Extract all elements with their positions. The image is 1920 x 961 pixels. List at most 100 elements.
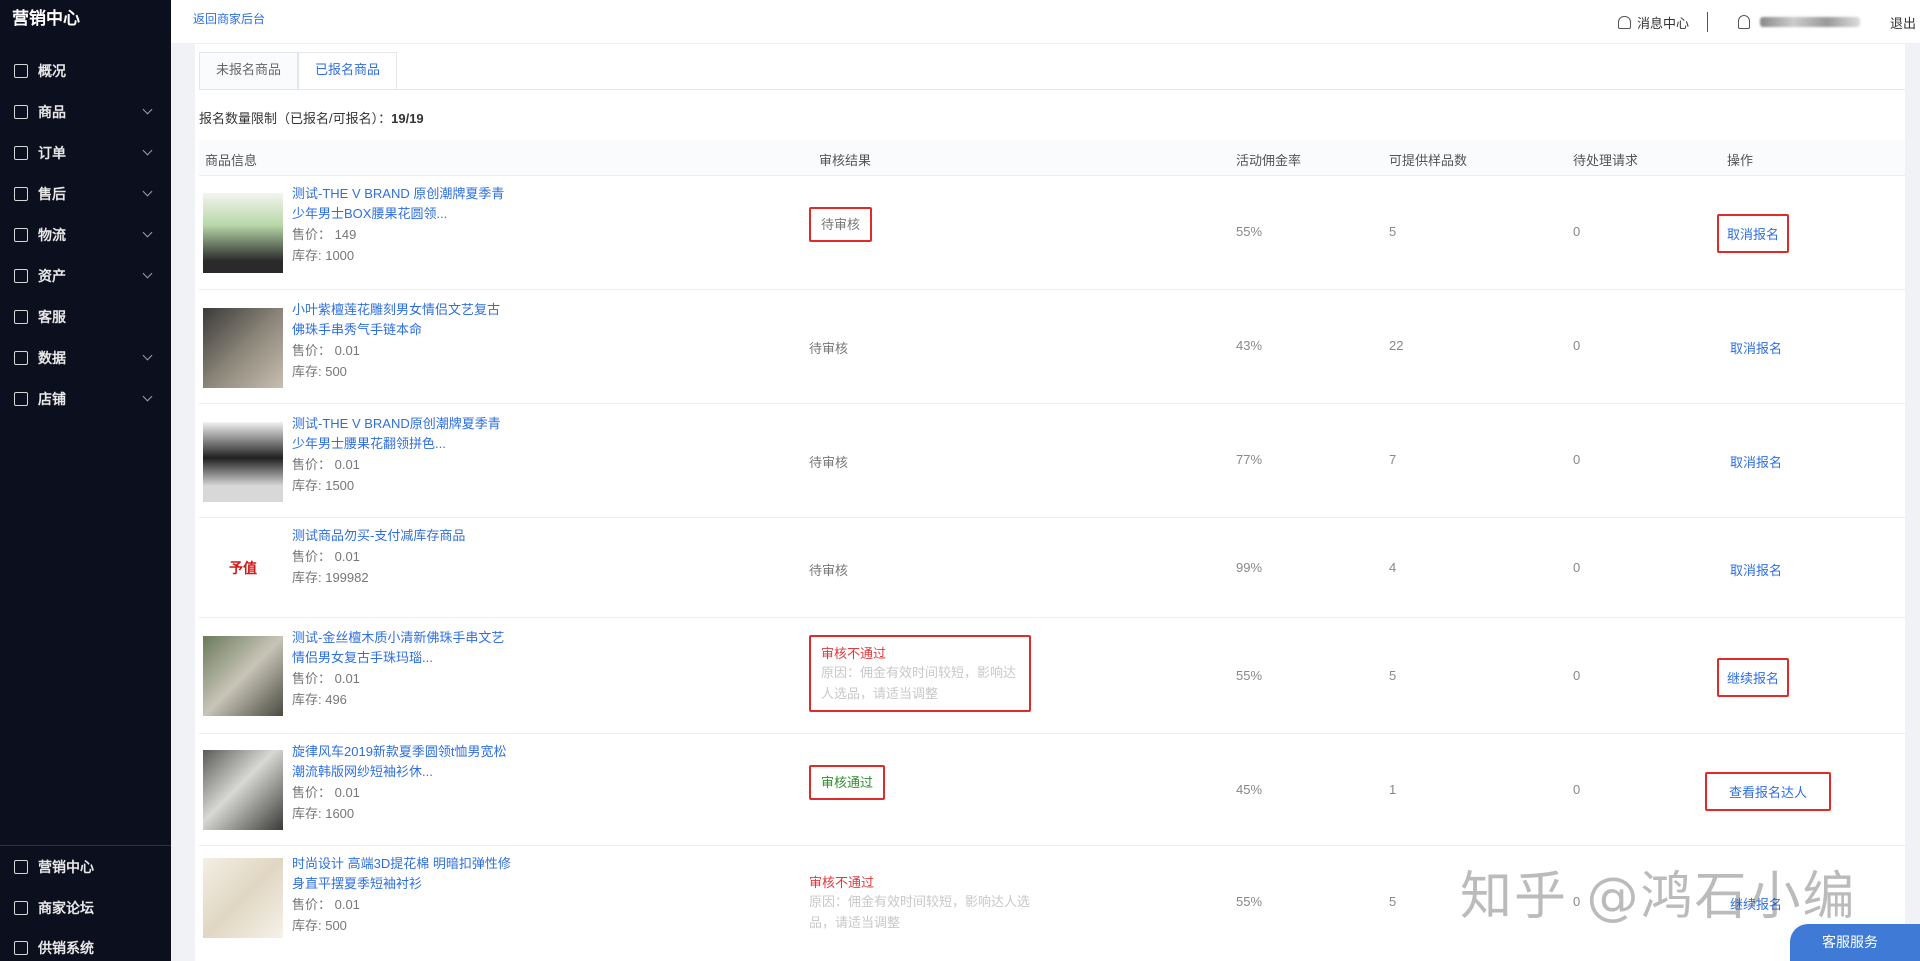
product-price: 售价： 0.01 bbox=[292, 671, 360, 686]
product-thumbnail bbox=[203, 750, 283, 830]
col-audit-result: 审核结果 bbox=[819, 153, 872, 168]
sidebar-item-label: 商品 bbox=[38, 104, 66, 120]
audit-status: 待审核 bbox=[809, 455, 849, 470]
service-label: 客服服务 bbox=[1822, 934, 1878, 950]
tag-icon bbox=[14, 941, 28, 955]
sidebar-brand: 营销中心 bbox=[12, 9, 80, 28]
product-thumbnail: 予值 bbox=[203, 528, 283, 608]
sidebar-bottom-marketing-center[interactable]: 营销中心 bbox=[0, 855, 171, 879]
audit-status: 待审核 bbox=[809, 341, 849, 356]
sidebar-item-label: 资产 bbox=[38, 268, 66, 284]
quota-value: 19/19 bbox=[391, 111, 424, 126]
product-price: 售价： 0.01 bbox=[292, 549, 360, 564]
product-stock: 库存: 1600 bbox=[292, 806, 355, 821]
product-thumbnail bbox=[203, 308, 283, 388]
sidebar-item-label: 客服 bbox=[38, 309, 66, 325]
product-stock: 库存: 496 bbox=[292, 692, 347, 707]
back-to-merchant-link[interactable]: 返回商家后台 bbox=[193, 10, 265, 27]
tab-registered[interactable]: 已报名商品 bbox=[298, 52, 398, 90]
pending-requests: 0 bbox=[1573, 668, 1581, 683]
sample-count: 22 bbox=[1389, 338, 1404, 353]
sidebar-item-logistics[interactable]: 物流 bbox=[0, 223, 171, 247]
quota-info: 报名数量限制（已报名/可报名）：19/19 bbox=[199, 108, 424, 127]
quota-label: 报名数量限制（已报名/可报名）： bbox=[199, 111, 392, 126]
sidebar: 营销中心 概况 商品 订单 售后 物流 资产 客服 数据 店铺 营销中心 商家论… bbox=[0, 0, 171, 961]
commission-rate: 45% bbox=[1236, 782, 1263, 797]
product-title[interactable]: 时尚设计 高端3D提花棉 明暗扣弹性修身直平摆夏季短袖衬衫 bbox=[292, 854, 512, 894]
table-row: 测试-THE V BRAND 原创潮牌夏季青少年男士BOX腰果花圆领... 售价… bbox=[199, 176, 1905, 290]
sidebar-item-service[interactable]: 客服 bbox=[0, 305, 171, 329]
user-menu[interactable] bbox=[1737, 15, 1860, 29]
product-thumbnail bbox=[203, 193, 283, 273]
product-info: 测试-THE V BRAND原创潮牌夏季青少年男士腰果花翻领拼色... 售价： … bbox=[292, 414, 512, 496]
sidebar-item-overview[interactable]: 概况 bbox=[0, 59, 171, 83]
product-title[interactable]: 测试-THE V BRAND原创潮牌夏季青少年男士腰果花翻领拼色... bbox=[292, 414, 512, 454]
product-title[interactable]: 旋律风车2019新款夏季圆领t恤男宽松潮流韩版网纱短袖衫休... bbox=[292, 742, 512, 782]
audit-reason: 原因：佣金有效时间较短，影响达人选品，请适当调整 bbox=[809, 894, 1031, 930]
bag-icon bbox=[14, 105, 28, 119]
col-product-info: 商品信息 bbox=[205, 153, 258, 168]
audit-result: 审核不通过 原因：佣金有效时间较短，影响达人选品，请适当调整 bbox=[809, 635, 1031, 712]
product-price: 售价： 149 bbox=[292, 227, 357, 242]
audit-status: 待审核 bbox=[809, 563, 849, 578]
pending-requests: 0 bbox=[1573, 560, 1581, 575]
message-center-button[interactable]: 消息中心 bbox=[1617, 13, 1689, 32]
product-price: 售价： 0.01 bbox=[292, 897, 360, 912]
user-icon bbox=[1737, 15, 1750, 29]
product-title[interactable]: 小叶紫檀莲花雕刻男女情侣文艺复古佛珠手串秀气手链本命 bbox=[292, 300, 512, 340]
sidebar-bottom-supply[interactable]: 供销系统 bbox=[0, 936, 171, 960]
sidebar-item-products[interactable]: 商品 bbox=[0, 100, 171, 124]
order-icon bbox=[14, 146, 28, 160]
sample-count: 5 bbox=[1389, 668, 1397, 683]
audit-result: 审核不通过 原因：佣金有效时间较短，影响达人选品，请适当调整 bbox=[809, 872, 1031, 933]
col-samples: 可提供样品数 bbox=[1389, 153, 1468, 168]
table-row: 测试-金丝檀木质小清新佛珠手串文艺情侣男女复古手珠玛瑙... 售价： 0.01 … bbox=[199, 618, 1905, 734]
sidebar-bottom-forum[interactable]: 商家论坛 bbox=[0, 896, 171, 920]
continue-registration-button[interactable]: 继续报名 bbox=[1717, 658, 1790, 697]
chevron-down-icon bbox=[142, 145, 153, 156]
col-actions: 操作 bbox=[1727, 153, 1754, 168]
audit-status: 审核不通过 bbox=[821, 646, 887, 661]
sidebar-item-label: 数据 bbox=[38, 350, 66, 366]
sidebar-item-aftersales[interactable]: 售后 bbox=[0, 182, 171, 206]
pending-requests: 0 bbox=[1573, 782, 1581, 797]
sidebar-item-orders[interactable]: 订单 bbox=[0, 141, 171, 165]
tab-bar: 未报名商品 已报名商品 bbox=[199, 52, 398, 90]
cancel-registration-button[interactable]: 取消报名 bbox=[1717, 214, 1790, 253]
product-stock: 库存: 1500 bbox=[292, 478, 355, 493]
cancel-registration-button[interactable]: 取消报名 bbox=[1730, 452, 1782, 471]
tab-underline bbox=[199, 89, 1905, 90]
sidebar-item-assets[interactable]: 资产 bbox=[0, 264, 171, 288]
product-title[interactable]: 测试商品勿买-支付减库存商品 bbox=[292, 526, 512, 546]
product-info: 测试-THE V BRAND 原创潮牌夏季青少年男士BOX腰果花圆领... 售价… bbox=[292, 184, 512, 266]
cancel-registration-button[interactable]: 取消报名 bbox=[1730, 338, 1782, 357]
view-registered-creators-button[interactable]: 查看报名达人 bbox=[1705, 772, 1832, 811]
customer-service-button[interactable]: 客服服务 bbox=[1790, 924, 1920, 961]
col-commission: 活动佣金率 bbox=[1236, 153, 1302, 168]
commission-rate: 55% bbox=[1236, 668, 1263, 683]
sidebar-item-label: 物流 bbox=[38, 227, 66, 243]
sidebar-item-data[interactable]: 数据 bbox=[0, 346, 171, 370]
cancel-registration-button[interactable]: 取消报名 bbox=[1730, 560, 1782, 579]
sidebar-item-label: 售后 bbox=[38, 186, 66, 202]
product-title[interactable]: 测试-THE V BRAND 原创潮牌夏季青少年男士BOX腰果花圆领... bbox=[292, 184, 512, 224]
top-header: 返回商家后台 消息中心 退出 bbox=[171, 0, 1920, 44]
product-title[interactable]: 测试-金丝檀木质小清新佛珠手串文艺情侣男女复古手珠玛瑙... bbox=[292, 628, 512, 668]
message-center-label: 消息中心 bbox=[1636, 15, 1689, 31]
logout-link[interactable]: 退出 bbox=[1890, 13, 1916, 32]
product-info: 旋律风车2019新款夏季圆领t恤男宽松潮流韩版网纱短袖衫休... 售价： 0.0… bbox=[292, 742, 512, 824]
sidebar-item-store[interactable]: 店铺 bbox=[0, 387, 171, 411]
product-thumbnail bbox=[203, 858, 283, 938]
sidebar-item-label: 订单 bbox=[38, 145, 66, 161]
tab-unregistered[interactable]: 未报名商品 bbox=[199, 52, 299, 90]
sample-count: 1 bbox=[1389, 782, 1397, 797]
chevron-down-icon bbox=[142, 104, 153, 115]
product-info: 小叶紫檀莲花雕刻男女情侣文艺复古佛珠手串秀气手链本命 售价： 0.01 库存: … bbox=[292, 300, 512, 382]
table-row: 旋律风车2019新款夏季圆领t恤男宽松潮流韩版网纱短袖衫休... 售价： 0.0… bbox=[199, 734, 1905, 846]
audit-status: 审核不通过 bbox=[809, 875, 875, 890]
sidebar-item-label: 店铺 bbox=[38, 391, 66, 407]
watermark: 知乎 @鸿石小编 bbox=[1460, 867, 1857, 927]
table-row: 测试-THE V BRAND原创潮牌夏季青少年男士腰果花翻领拼色... 售价： … bbox=[199, 404, 1905, 518]
wallet-icon bbox=[14, 269, 28, 283]
pending-requests: 0 bbox=[1573, 224, 1581, 239]
